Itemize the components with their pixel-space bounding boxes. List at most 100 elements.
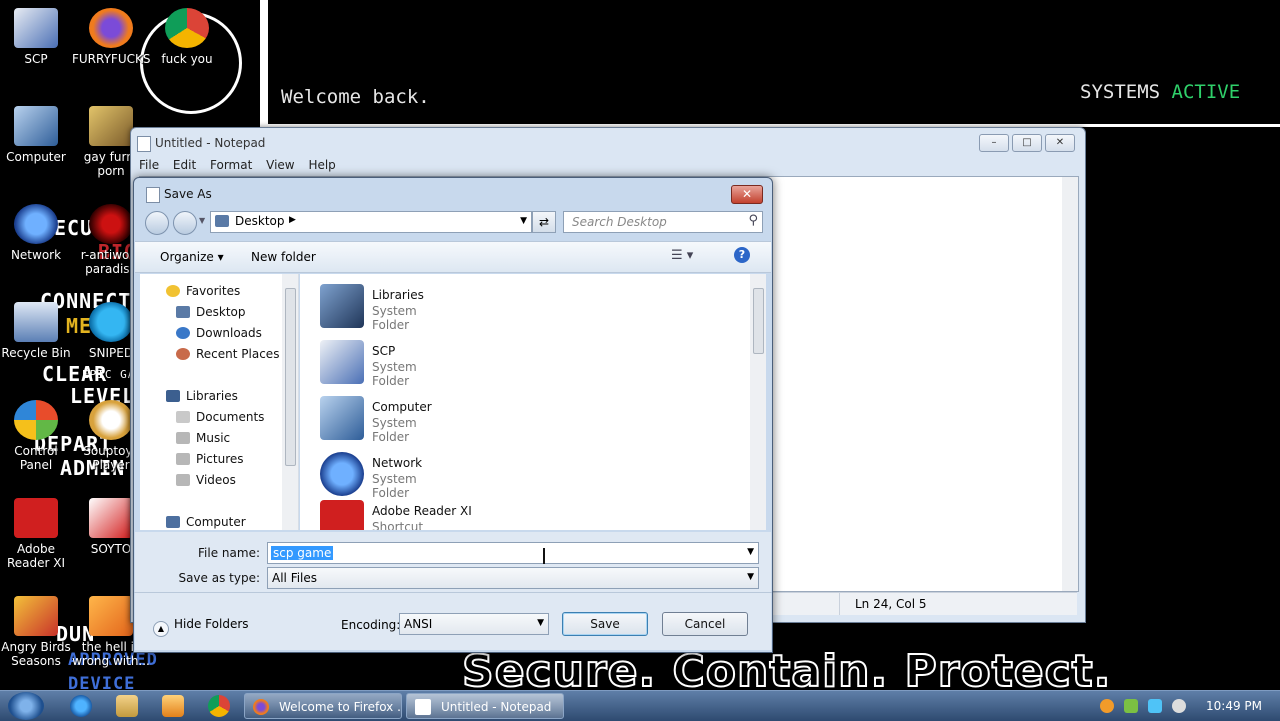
hide-folders-button[interactable]: ▲ Hide Folders [153, 617, 249, 637]
address-dropdown-icon[interactable]: ▼ [520, 216, 527, 226]
taskbar-item-label: Untitled - Notepad [441, 700, 552, 714]
nav-music[interactable]: Music [176, 431, 230, 445]
dialog-close-button[interactable]: ✕ [731, 185, 763, 204]
start-button[interactable] [8, 692, 44, 720]
desktop-icon-label: fuck you [161, 52, 213, 66]
desktop-icon-label: Network [10, 248, 62, 262]
media-player-icon[interactable] [162, 695, 184, 717]
menu-file[interactable]: File [139, 158, 159, 172]
menu-format[interactable]: Format [210, 158, 252, 172]
taskbar-item-label: Welcome to Firefox ... [279, 700, 402, 714]
search-tray-icon[interactable] [1100, 699, 1114, 713]
desktop-icon [176, 306, 190, 318]
file-name: Libraries [372, 288, 424, 302]
list-item[interactable]: Adobe Reader XI Shortcut [320, 500, 540, 530]
systems-status: SYSTEMS ACTIVE [1080, 81, 1240, 103]
text-cursor-icon [543, 548, 545, 564]
organize-button[interactable]: Organize ▾ [160, 250, 224, 264]
nav-label: Videos [196, 473, 236, 487]
breadcrumb-chevron-icon[interactable]: ▶ [289, 215, 296, 225]
encoding-select[interactable]: ANSI ▼ [399, 613, 549, 635]
computer-icon [320, 396, 364, 440]
address-bar[interactable]: Desktop ▶ ▼ [210, 211, 532, 233]
desktop-icon-fuck-you[interactable]: fuck you [148, 8, 226, 66]
desktop-icon-adobe-reader[interactable]: Adobe Reader XI [0, 498, 75, 570]
address-location[interactable]: Desktop [235, 214, 285, 228]
navigation-scrollbar[interactable] [282, 274, 298, 530]
nav-pictures[interactable]: Pictures [176, 452, 244, 466]
organize-label: Organize [160, 250, 214, 264]
new-folder-button[interactable]: New folder [251, 250, 316, 264]
search-icon[interactable]: ⚲ [748, 213, 758, 228]
chrome-icon [165, 8, 209, 48]
navigation-scroll-thumb[interactable] [285, 288, 296, 466]
music-icon [176, 432, 190, 444]
refresh-button[interactable]: ⇄ [532, 211, 556, 233]
desktop-icon-computer[interactable]: Computer [0, 106, 75, 164]
terminal-greeting: Welcome back. [281, 86, 430, 108]
desktop-icon-angry-birds[interactable]: Angry Birds Seasons [0, 596, 75, 668]
menu-edit[interactable]: Edit [173, 158, 196, 172]
nav-downloads[interactable]: Downloads [176, 326, 262, 340]
file-name-label: File name: [198, 546, 260, 560]
internet-explorer-icon[interactable] [70, 695, 92, 717]
taskbar-item-firefox[interactable]: Welcome to Firefox ... [244, 693, 402, 719]
status-divider [839, 593, 840, 615]
nav-favorites[interactable]: Favorites [166, 284, 240, 298]
adobe-reader-icon [14, 498, 58, 538]
desktop-icon-label: SNIPED [88, 346, 134, 360]
volume-tray-icon[interactable] [1172, 699, 1186, 713]
desktop-icon-recycle-bin[interactable]: Recycle Bin [0, 302, 75, 360]
navigation-pane: Favorites Desktop Downloads Recent Place… [140, 274, 299, 530]
nav-recent-places[interactable]: Recent Places [176, 347, 279, 361]
file-list-scroll-thumb[interactable] [753, 288, 764, 354]
clock[interactable]: 10:49 PM [1206, 699, 1262, 713]
taskbar-item-notepad[interactable]: Untitled - Notepad [406, 693, 564, 719]
network-icon [320, 452, 364, 496]
save-as-type-dropdown-icon[interactable]: ▼ [747, 572, 754, 582]
forward-button[interactable] [173, 211, 197, 235]
file-name-field[interactable]: scp game ▼ [267, 542, 759, 564]
network-tray-icon[interactable] [1148, 699, 1162, 713]
libraries-icon [166, 390, 180, 402]
skype-icon [89, 302, 133, 342]
nav-documents[interactable]: Documents [176, 410, 264, 424]
hide-folders-label: Hide Folders [174, 617, 249, 631]
desktop-icon-label: Control Panel [14, 444, 58, 472]
desktop-icon-label: Recycle Bin [1, 346, 71, 360]
view-options-icon[interactable]: ☰ ▾ [671, 248, 693, 263]
file-type: System Folder [372, 304, 417, 332]
chrome-icon[interactable] [208, 695, 230, 717]
desktop-icon-control-panel[interactable]: Control Panel [0, 400, 75, 472]
menu-help[interactable]: Help [308, 158, 335, 172]
save-as-type-select[interactable]: All Files ▼ [267, 567, 759, 589]
close-button[interactable]: ✕ [1045, 134, 1075, 152]
back-button[interactable] [145, 211, 169, 235]
help-icon[interactable]: ? [734, 247, 750, 263]
file-explorer-icon[interactable] [116, 695, 138, 717]
videos-icon [176, 474, 190, 486]
nav-desktop[interactable]: Desktop [176, 305, 246, 319]
pictures-icon [176, 453, 190, 465]
cancel-button[interactable]: Cancel [662, 612, 748, 636]
desktop-icon-furryfucks[interactable]: FURRYFUCKS [72, 8, 150, 66]
file-name-dropdown-icon[interactable]: ▼ [747, 547, 754, 557]
minimize-button[interactable]: – [979, 134, 1009, 152]
file-name-value[interactable]: scp game [271, 546, 334, 560]
nav-libraries[interactable]: Libraries [166, 389, 238, 403]
file-type: System Folder [372, 472, 417, 500]
desktop-icon-label: SOYTO [90, 542, 132, 556]
notepad-scrollbar[interactable] [1062, 177, 1078, 591]
encoding-dropdown-icon[interactable]: ▼ [537, 618, 544, 628]
search-input[interactable]: Search Desktop ⚲ [563, 211, 763, 233]
history-dropdown-icon[interactable]: ▼ [199, 216, 205, 225]
tray-app-icon[interactable] [1124, 699, 1138, 713]
file-list-scrollbar[interactable] [750, 274, 766, 530]
maximize-button[interactable]: □ [1012, 134, 1042, 152]
nav-videos[interactable]: Videos [176, 473, 236, 487]
nav-computer[interactable]: Computer [166, 515, 246, 529]
menu-view[interactable]: View [266, 158, 294, 172]
desktop-icon-scp[interactable]: SCP [0, 8, 75, 66]
save-button[interactable]: Save [562, 612, 648, 636]
desktop-icon-network[interactable]: Network [0, 204, 75, 262]
